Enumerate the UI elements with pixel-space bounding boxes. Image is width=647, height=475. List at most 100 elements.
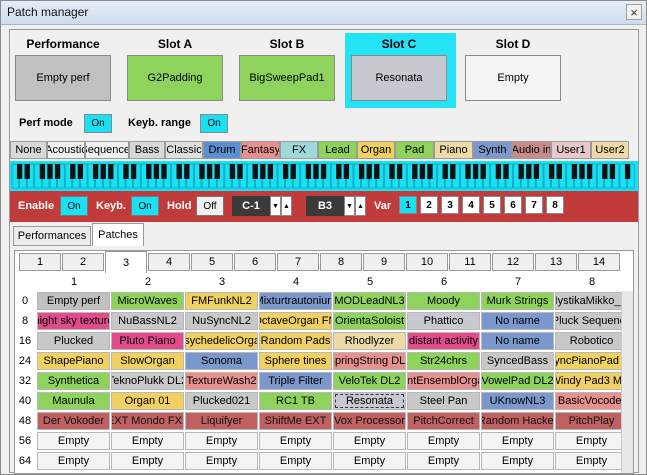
category-bass[interactable]: Bass	[129, 141, 165, 159]
patch-cell[interactable]: BasicVocoder	[555, 392, 628, 410]
patch-cell[interactable]: Empty	[185, 432, 258, 450]
patch-cell[interactable]: Moody	[407, 292, 480, 310]
variation-button-7[interactable]: 7	[525, 196, 543, 214]
black-key[interactable]	[450, 164, 456, 179]
black-key[interactable]	[16, 164, 23, 179]
patch-cell[interactable]: Empty	[259, 432, 332, 450]
keyboard-keys[interactable]	[10, 161, 638, 191]
black-key[interactable]	[130, 164, 137, 179]
patch-cell[interactable]: Sonoma	[185, 352, 258, 370]
patch-cell[interactable]: Phattico	[407, 312, 480, 330]
patch-cell[interactable]: PsychedelicOrgan	[185, 332, 258, 350]
patch-cell[interactable]: Empty	[481, 452, 554, 470]
page-tab-2[interactable]: 2	[62, 253, 104, 271]
category-none[interactable]: None	[10, 141, 47, 159]
patch-cell[interactable]: distant activity	[407, 332, 480, 350]
slot-button-2[interactable]: BigSweepPad1	[239, 55, 335, 101]
patch-cell[interactable]: UKnowNL3	[481, 392, 554, 410]
black-key[interactable]	[556, 164, 562, 179]
black-key[interactable]	[571, 164, 578, 179]
variation-button-1[interactable]: 1	[399, 196, 417, 214]
variation-button-4[interactable]: 4	[462, 196, 480, 214]
perf-mode-toggle[interactable]: On	[84, 114, 112, 133]
patch-cell[interactable]: EXT Mondo FX1	[111, 412, 184, 430]
patch-cell[interactable]: SyncPianoPad NL	[555, 352, 628, 370]
black-key[interactable]	[427, 164, 433, 179]
black-key[interactable]	[472, 164, 479, 179]
black-key[interactable]	[624, 164, 631, 179]
patch-cell[interactable]: Murk Strings	[481, 292, 554, 310]
keyboard[interactable]	[10, 161, 638, 191]
black-key[interactable]	[389, 164, 395, 179]
black-key[interactable]	[609, 164, 616, 179]
grid-scrollbar[interactable]	[621, 291, 633, 473]
category-synth[interactable]: Synth	[473, 141, 512, 159]
variation-button-3[interactable]: 3	[441, 196, 459, 214]
category-pad[interactable]: Pad	[395, 141, 434, 159]
patch-cell[interactable]: MicroWaves	[111, 292, 184, 310]
patch-cell[interactable]: Synthetica	[37, 372, 110, 390]
patch-cell[interactable]: NuSyncNL2	[185, 312, 258, 330]
black-key[interactable]	[100, 164, 106, 179]
patch-cell[interactable]: Rhodlyzer	[333, 332, 406, 350]
black-key[interactable]	[465, 164, 471, 179]
patch-cell[interactable]: VintEnsemblOrgan	[407, 372, 480, 390]
patch-cell[interactable]: Triple Filter	[259, 372, 332, 390]
category-audio-in[interactable]: Audio in	[512, 141, 551, 159]
patch-cell[interactable]: PitchPlay	[555, 412, 628, 430]
black-key[interactable]	[518, 164, 524, 179]
category-user1[interactable]: User1	[551, 141, 591, 159]
page-tab-7[interactable]: 7	[277, 253, 319, 271]
page-tab-4[interactable]: 4	[148, 253, 190, 271]
patch-cell[interactable]: Empty	[185, 452, 258, 470]
black-key[interactable]	[70, 164, 76, 179]
variation-button-6[interactable]: 6	[504, 196, 522, 214]
black-key[interactable]	[396, 164, 403, 179]
patch-cell[interactable]: Empty	[333, 452, 406, 470]
patch-cell[interactable]: VeloTek DL2	[333, 372, 406, 390]
patch-cell[interactable]: Plucked021	[185, 392, 258, 410]
black-key[interactable]	[480, 164, 486, 179]
high-note-down-icon[interactable]: ▼	[344, 196, 355, 216]
page-tab-11[interactable]: 11	[449, 253, 491, 271]
page-tab-5[interactable]: 5	[191, 253, 233, 271]
variation-button-5[interactable]: 5	[483, 196, 501, 214]
patch-cell[interactable]: Pluck Sequence	[555, 312, 628, 330]
patch-cell[interactable]: Empty	[37, 432, 110, 450]
category-organ[interactable]: Organ	[357, 141, 395, 159]
black-key[interactable]	[548, 164, 555, 179]
black-key[interactable]	[442, 164, 448, 179]
page-tab-6[interactable]: 6	[234, 253, 276, 271]
black-key[interactable]	[503, 164, 509, 179]
category-fantasy[interactable]: Fantasy	[241, 141, 280, 159]
low-note-down-icon[interactable]: ▼	[270, 196, 281, 216]
patch-cell[interactable]: Liquifyer	[185, 412, 258, 430]
black-key[interactable]	[358, 164, 365, 179]
black-key[interactable]	[320, 164, 327, 179]
black-key[interactable]	[54, 164, 61, 179]
patch-cell[interactable]: SpringString DL2	[333, 352, 406, 370]
slot-button-3[interactable]: Resonata	[351, 55, 447, 101]
black-key[interactable]	[214, 164, 220, 179]
black-key[interactable]	[146, 164, 152, 179]
black-key[interactable]	[267, 164, 274, 179]
black-key[interactable]	[199, 164, 205, 179]
black-key[interactable]	[282, 164, 289, 179]
slot-button-1[interactable]: G2Padding	[127, 55, 223, 101]
patch-cell[interactable]: Der Vokoder	[37, 412, 110, 430]
slot-button-4[interactable]: Empty	[465, 55, 561, 101]
black-key[interactable]	[252, 164, 258, 179]
black-key[interactable]	[495, 164, 502, 179]
variation-button-8[interactable]: 8	[546, 196, 564, 214]
patch-cell[interactable]: Empty	[481, 432, 554, 450]
patch-cell[interactable]: Empty	[555, 432, 628, 450]
black-key[interactable]	[39, 164, 46, 179]
black-key[interactable]	[343, 164, 350, 179]
category-drum[interactable]: Drum	[203, 141, 241, 159]
black-key[interactable]	[602, 164, 608, 179]
patch-cell[interactable]: FMFunkNL2	[185, 292, 258, 310]
black-key[interactable]	[237, 164, 243, 179]
black-key[interactable]	[305, 164, 312, 179]
patch-cell[interactable]: Empty	[37, 452, 110, 470]
patch-cell[interactable]: Plucked	[37, 332, 110, 350]
